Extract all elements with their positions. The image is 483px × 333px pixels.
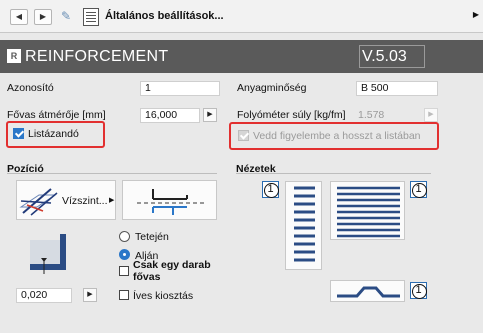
tetejen-radio[interactable] [119,231,130,242]
csak-egy-label[interactable]: Csak egy darab fővas [133,259,233,283]
folyometer-suly-value: 1.578 [356,108,416,123]
listazando-checkbox[interactable] [13,128,24,139]
offset-arrow-icon[interactable]: ▶ [83,288,97,302]
nav-more-arrow-icon[interactable]: ▶ [473,10,479,19]
pozicio-divider [7,173,217,174]
azonosito-input[interactable]: 1 [140,81,220,96]
fovas-atmeroje-input[interactable]: 16,000 [140,108,200,123]
offset-input[interactable]: 0,020 [16,288,72,303]
view-side-button[interactable] [285,181,322,270]
offset-diagram [16,228,86,276]
forward-button[interactable]: ▶ [34,9,52,25]
back-button[interactable]: ◀ [10,9,28,25]
listazando-label[interactable]: Listázandó [28,128,79,140]
aljan-radio[interactable] [119,249,130,260]
vedd-figyelembe-checkbox[interactable] [238,130,249,141]
view-front-badge-number: 1 [415,284,422,296]
vedd-figyelembe-label[interactable]: Vedd figyelembe a hosszt a listában [253,130,421,142]
navigation-bar: ◀ ▶ ✎ Általános beállítások... ▶ [0,0,483,33]
bent-bar-icon [337,286,400,298]
version-label: V.5.03 [362,48,407,65]
view-front-badge[interactable]: 1 [410,282,427,299]
plugin-header: R REINFORCEMENT V.5.03 [0,40,483,73]
header-title: REINFORCEMENT [25,48,169,65]
position-selector-arrow-icon: ▶ [109,197,115,204]
folyometer-suly-label: Folyóméter súly [kg/fm] [237,109,346,121]
fovas-atmeroje-arrow-icon[interactable]: ▶ [203,108,217,122]
fovas-atmeroje-label: Fővas átmérője [mm] [7,109,106,121]
view-top-badge-number: 1 [415,183,422,195]
settings-document-icon [83,8,99,26]
ives-kiosztas-checkbox[interactable] [119,290,129,300]
csak-egy-checkbox[interactable] [119,266,129,276]
position-selector-label: Vízszint... [62,195,108,207]
view-side-badge-number: 1 [267,183,274,195]
nav-title[interactable]: Általános beállítások... [105,10,224,22]
side-view-bars-icon [294,186,315,262]
bar-profile-icon [137,189,205,215]
view-top-badge[interactable]: 1 [410,181,427,198]
nezetek-divider [236,173,431,174]
tetejen-label[interactable]: Tetején [135,231,169,243]
ives-kiosztas-label[interactable]: Íves kiosztás [133,290,193,302]
reinforcement-logo-icon: R [7,49,21,63]
folyometer-suly-arrow-icon: ▶ [424,108,438,122]
view-side-badge[interactable]: 1 [262,181,279,198]
position-selector-button[interactable]: Vízszint... ▶ [16,180,116,220]
offset-diagram-icon [30,234,66,274]
view-front-button[interactable] [330,280,405,302]
bar-profile-button[interactable] [122,180,217,220]
anyagminoseg-input[interactable]: B 500 [356,81,438,96]
top-view-bars-icon [337,186,400,238]
anyagminoseg-label: Anyagminőség [237,82,307,94]
view-top-button[interactable] [330,181,405,240]
bookmark-icon[interactable]: ✎ [61,9,71,23]
azonosito-label: Azonosító [7,82,54,94]
